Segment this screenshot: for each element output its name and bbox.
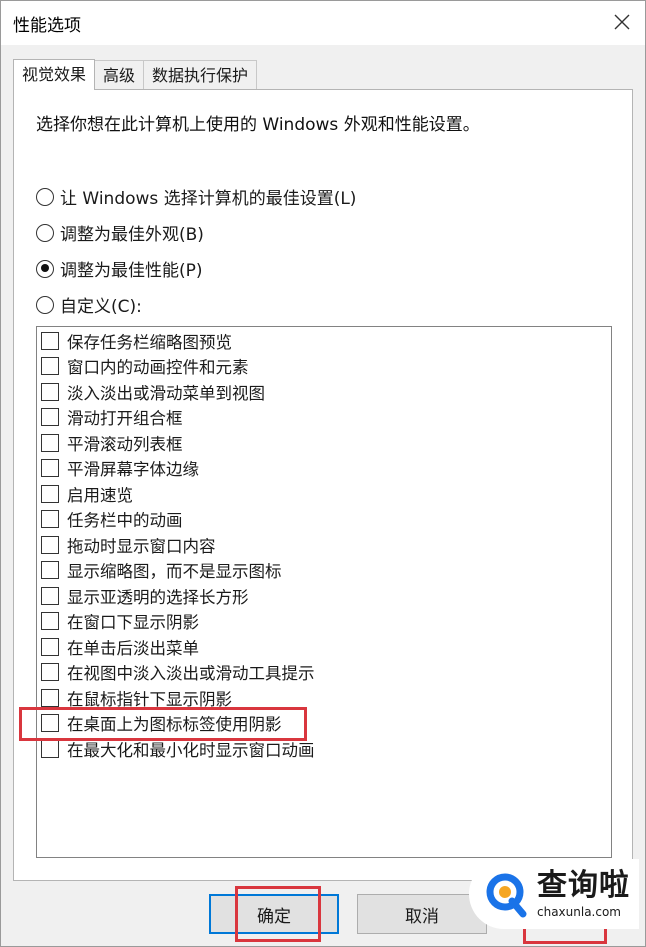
tab-strip: 视觉效果 高级 数据执行保护: [13, 59, 258, 90]
checkbox[interactable]: [41, 408, 59, 426]
radio-button[interactable]: [36, 295, 54, 314]
list-item[interactable]: 窗口内的动画控件和元素: [41, 354, 249, 379]
watermark: 查询啦 chaxunla.com: [469, 859, 639, 929]
tab-advanced[interactable]: 高级: [94, 60, 145, 90]
window-title: 性能选项: [13, 16, 81, 36]
radio-button[interactable]: [36, 259, 54, 278]
tab-visual-effects[interactable]: 视觉效果: [13, 59, 96, 90]
list-item-icon-label-shadow[interactable]: 在桌面上为图标标签使用阴影: [41, 711, 282, 736]
radio-let-windows-choose[interactable]: 让 Windows 选择计算机的最佳设置(L): [36, 184, 356, 209]
list-item[interactable]: 在最大化和最小化时显示窗口动画: [41, 736, 315, 761]
checkbox[interactable]: [41, 561, 59, 579]
checkbox[interactable]: [41, 688, 59, 707]
close-button[interactable]: [605, 7, 639, 37]
checkbox[interactable]: [41, 739, 59, 758]
list-item-label: 平滑滚动列表框: [67, 434, 183, 454]
cancel-button[interactable]: 取消: [357, 894, 487, 934]
radio-label: 调整为最佳外观(B): [60, 225, 204, 245]
list-item-label: 启用速览: [67, 485, 133, 505]
list-item[interactable]: 滑动打开组合框: [41, 405, 183, 430]
list-item-label: 显示缩略图，而不是显示图标: [67, 562, 282, 581]
checkbox[interactable]: [41, 714, 59, 732]
list-item-label: 在最大化和最小化时显示窗口动画: [67, 740, 315, 760]
watermark-name: 查询啦: [537, 868, 630, 903]
radio-button[interactable]: [36, 187, 54, 206]
ok-button[interactable]: 确定: [209, 894, 339, 934]
checkbox[interactable]: [41, 331, 59, 350]
radio-best-appearance[interactable]: 调整为最佳外观(B): [36, 220, 204, 245]
list-item-label: 淡入淡出或滑动菜单到视图: [67, 383, 265, 403]
radio-button[interactable]: [36, 223, 54, 242]
list-item[interactable]: 显示亚透明的选择长方形: [41, 583, 249, 608]
list-item-label: 窗口内的动画控件和元素: [67, 358, 249, 377]
list-item-label: 显示亚透明的选择长方形: [67, 587, 249, 607]
radio-best-performance[interactable]: 调整为最佳性能(P): [36, 256, 203, 281]
list-item-label: 在桌面上为图标标签使用阴影: [67, 715, 282, 734]
radio-label: 自定义(C):: [60, 297, 142, 317]
radio-label: 让 Windows 选择计算机的最佳设置(L): [60, 189, 357, 209]
list-item-label: 在窗口下显示阴影: [67, 613, 199, 632]
checkbox[interactable]: [41, 535, 59, 554]
list-item[interactable]: 平滑滚动列表框: [41, 430, 183, 455]
list-item[interactable]: 平滑屏幕字体边缘: [41, 456, 199, 481]
list-item-label: 拖动时显示窗口内容: [67, 536, 216, 556]
radio-label: 调整为最佳性能(P): [60, 261, 203, 281]
checkbox[interactable]: [41, 612, 59, 630]
list-item-label: 在鼠标指针下显示阴影: [67, 689, 232, 709]
list-item[interactable]: 显示缩略图，而不是显示图标: [41, 558, 282, 583]
checkbox[interactable]: [41, 484, 59, 503]
tab-data-execution-prevention[interactable]: 数据执行保护: [143, 60, 258, 90]
title-bar: 性能选项: [1, 1, 645, 45]
list-item[interactable]: 在窗口下显示阴影: [41, 609, 199, 634]
close-icon: [614, 14, 630, 30]
checkbox[interactable]: [41, 357, 59, 375]
visual-effects-list[interactable]: 保存任务栏缩略图预览 窗口内的动画控件和元素 淡入淡出或滑动菜单到视图 滑动打开…: [36, 326, 612, 858]
list-item[interactable]: 在单击后淡出菜单: [41, 634, 199, 659]
list-item[interactable]: 淡入淡出或滑动菜单到视图: [41, 379, 265, 404]
list-item-label: 保存任务栏缩略图预览: [67, 332, 232, 352]
checkbox[interactable]: [41, 637, 59, 656]
list-item-label: 在视图中淡入淡出或滑动工具提示: [67, 664, 315, 683]
list-item-label: 在单击后淡出菜单: [67, 638, 199, 658]
list-item[interactable]: 在视图中淡入淡出或滑动工具提示: [41, 660, 315, 685]
list-item[interactable]: 在鼠标指针下显示阴影: [41, 685, 232, 710]
checkbox[interactable]: [41, 382, 59, 401]
checkbox[interactable]: [41, 510, 59, 528]
list-item-label: 任务栏中的动画: [67, 511, 183, 530]
checkbox[interactable]: [41, 586, 59, 605]
visual-effects-panel: 选择你想在此计算机上使用的 Windows 外观和性能设置。 让 Windows…: [13, 89, 633, 881]
checkbox[interactable]: [41, 433, 59, 452]
performance-options-dialog: 性能选项 视觉效果 高级 数据执行保护 选择你想在此计算机上使用的 Window…: [0, 0, 646, 947]
list-item[interactable]: 任务栏中的动画: [41, 507, 183, 532]
list-item-label: 滑动打开组合框: [67, 409, 183, 428]
list-item-label: 平滑屏幕字体边缘: [67, 460, 199, 479]
checkbox[interactable]: [41, 663, 59, 681]
list-item[interactable]: 拖动时显示窗口内容: [41, 532, 216, 557]
list-item[interactable]: 保存任务栏缩略图预览: [41, 328, 232, 353]
checkbox[interactable]: [41, 459, 59, 477]
search-logo-icon: [481, 870, 529, 918]
panel-description: 选择你想在此计算机上使用的 Windows 外观和性能设置。: [36, 115, 480, 135]
list-item[interactable]: 启用速览: [41, 481, 133, 506]
watermark-url: chaxunla.com: [537, 905, 621, 919]
radio-custom[interactable]: 自定义(C):: [36, 292, 142, 317]
